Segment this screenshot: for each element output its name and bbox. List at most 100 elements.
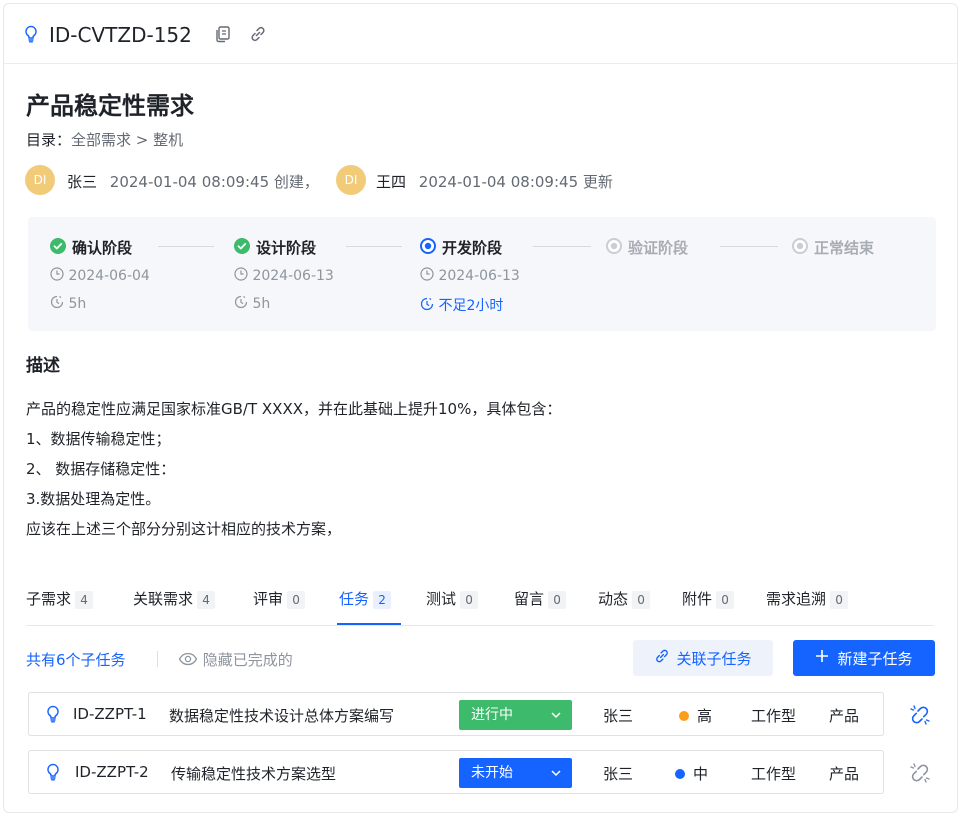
task-total: 共有6个子任务 bbox=[26, 651, 126, 669]
tab-review[interactable]: 评审 0 bbox=[253, 588, 306, 609]
task-category: 产品 bbox=[829, 765, 860, 783]
copy-icon[interactable] bbox=[214, 25, 232, 47]
hide-completed-label: 隐藏已完成的 bbox=[202, 651, 293, 669]
tab-label: 留言 bbox=[514, 590, 545, 608]
tab-label: 评审 bbox=[253, 590, 284, 608]
task-title[interactable]: 传输稳定性技术方案选型 bbox=[171, 763, 336, 784]
link-subtask-label: 关联子任务 bbox=[676, 649, 752, 668]
eye-icon bbox=[178, 652, 198, 670]
task-title[interactable]: 数据稳定性技术设计总体方案编写 bbox=[169, 705, 394, 726]
priority-value: 中 bbox=[693, 765, 709, 783]
detail-header: ID-CVTZD-152 bbox=[4, 4, 957, 64]
creator-info: 张三 2024-01-04 08:09:45 创建， bbox=[67, 171, 319, 192]
tab-count: 2 bbox=[373, 590, 392, 609]
created-label: 创建， bbox=[273, 173, 319, 191]
updater-name: 王四 bbox=[376, 173, 407, 191]
plus-icon bbox=[815, 649, 829, 667]
hide-completed-toggle[interactable]: 隐藏已完成的 bbox=[178, 649, 293, 670]
status-select[interactable]: 未开始 bbox=[459, 758, 572, 788]
tab-count: 0 bbox=[460, 590, 479, 609]
tab-count: 0 bbox=[287, 590, 306, 609]
tab-count: 0 bbox=[716, 590, 735, 609]
stage-duration-value: 5h bbox=[252, 296, 271, 312]
active-tab-indicator bbox=[337, 623, 401, 625]
priority-value: 高 bbox=[697, 707, 713, 725]
status-select[interactable]: 进行中 bbox=[459, 700, 572, 730]
requirement-id: ID-CVTZD-152 bbox=[49, 23, 192, 47]
tab-label: 测试 bbox=[426, 590, 457, 608]
stage-date: 2024-06-13 bbox=[234, 267, 334, 285]
tab-comments[interactable]: 留言 0 bbox=[514, 588, 567, 609]
task-priority: 中 bbox=[675, 763, 708, 784]
stage-date-value: 2024-06-04 bbox=[68, 268, 150, 284]
avatar: DI bbox=[336, 165, 366, 195]
new-subtask-label: 新建子任务 bbox=[837, 649, 913, 668]
chevron-down-icon bbox=[550, 700, 562, 741]
table-row[interactable]: ID-ZZPT-2 传输稳定性技术方案选型 未开始 张三 中 工作型 产品 bbox=[28, 750, 884, 794]
tab-count: 0 bbox=[830, 590, 849, 609]
clock-icon bbox=[234, 267, 248, 285]
tab-label: 子需求 bbox=[26, 590, 72, 608]
stage-duration-value: 5h bbox=[68, 296, 87, 312]
status-value: 未开始 bbox=[471, 765, 513, 781]
divider bbox=[157, 651, 158, 667]
creator-name: 张三 bbox=[67, 173, 98, 191]
status-value: 进行中 bbox=[471, 707, 513, 723]
catalog-path[interactable]: 全部需求 > 整机 bbox=[71, 131, 183, 149]
timer-icon bbox=[420, 297, 434, 315]
catalog-label: 目录： bbox=[26, 131, 72, 149]
link-subtask-button[interactable]: 关联子任务 bbox=[633, 640, 773, 676]
task-owner: 张三 bbox=[603, 765, 634, 783]
tab-attachments[interactable]: 附件 0 bbox=[682, 588, 735, 609]
tab-label: 任务 bbox=[339, 590, 370, 608]
stage-name: 开发阶段 bbox=[442, 239, 503, 257]
tab-sub-requirements[interactable]: 子需求 4 bbox=[26, 588, 94, 609]
priority-dot bbox=[675, 768, 685, 779]
tab-label: 需求追溯 bbox=[766, 590, 827, 608]
description-line: 3.数据处理為定性。 bbox=[26, 490, 161, 508]
created-time: 2024-01-04 08:09:45 bbox=[109, 173, 270, 191]
tab-traceability[interactable]: 需求追溯 0 bbox=[766, 588, 849, 609]
tab-count: 0 bbox=[632, 590, 651, 609]
clock-icon bbox=[420, 267, 434, 285]
stage-connector bbox=[533, 246, 591, 247]
breadcrumb: 目录：全部需求 > 整机 bbox=[26, 129, 183, 150]
task-id[interactable]: ID-ZZPT-2 bbox=[75, 763, 149, 781]
page-title: 产品稳定性需求 bbox=[26, 92, 194, 120]
task-type: 工作型 bbox=[751, 765, 797, 783]
description-line: 应该在上述三个部分分别这计相应的技术方案， bbox=[26, 520, 342, 538]
link-icon[interactable] bbox=[249, 25, 267, 47]
tab-tests[interactable]: 测试 0 bbox=[426, 588, 479, 609]
table-row[interactable]: ID-ZZPT-1 数据稳定性技术设计总体方案编写 进行中 张三 高 工作型 产… bbox=[28, 692, 884, 736]
pending-stage-icon bbox=[792, 238, 808, 258]
description-heading: 描述 bbox=[26, 356, 60, 376]
stage-date: 2024-06-04 bbox=[50, 267, 150, 285]
unlink-icon[interactable] bbox=[907, 702, 933, 732]
tab-activity[interactable]: 动态 0 bbox=[598, 588, 651, 609]
stage-date: 2024-06-13 bbox=[420, 267, 520, 285]
task-priority: 高 bbox=[679, 705, 712, 726]
stage-name: 设计阶段 bbox=[256, 239, 317, 257]
priority-dot bbox=[679, 710, 689, 721]
stage-duration: 不足2小时 bbox=[420, 295, 503, 315]
tab-count: 4 bbox=[75, 590, 94, 609]
tab-tasks[interactable]: 任务 2 bbox=[339, 588, 392, 609]
new-subtask-button[interactable]: 新建子任务 bbox=[793, 640, 935, 676]
requirement-detail-panel: ID-CVTZD-152 产品稳定性需求 目录：全部需求 > 整机 DI 张三 … bbox=[3, 3, 958, 813]
tab-related-requirements[interactable]: 关联需求 4 bbox=[133, 588, 216, 609]
description-line: 产品的稳定性应满足国家标准GB/T XXXX，并在此基础上提升10%，具体包含： bbox=[26, 400, 562, 418]
description-line: 2、 数据存储稳定性： bbox=[26, 460, 176, 478]
updated-label: 更新 bbox=[582, 173, 613, 191]
pending-stage-icon bbox=[606, 238, 622, 258]
stage-connector bbox=[346, 246, 402, 247]
check-circle-icon bbox=[50, 238, 66, 258]
updater-info: 王四 2024-01-04 08:09:45 更新 bbox=[376, 171, 613, 192]
task-type: 工作型 bbox=[751, 707, 797, 725]
unlink-icon[interactable] bbox=[907, 760, 933, 790]
lightbulb-icon bbox=[46, 705, 60, 727]
chevron-down-icon bbox=[550, 758, 562, 799]
tab-label: 动态 bbox=[598, 590, 629, 608]
stage-connector bbox=[158, 246, 214, 247]
stage-name: 验证阶段 bbox=[628, 239, 689, 257]
task-id[interactable]: ID-ZZPT-1 bbox=[73, 705, 147, 723]
